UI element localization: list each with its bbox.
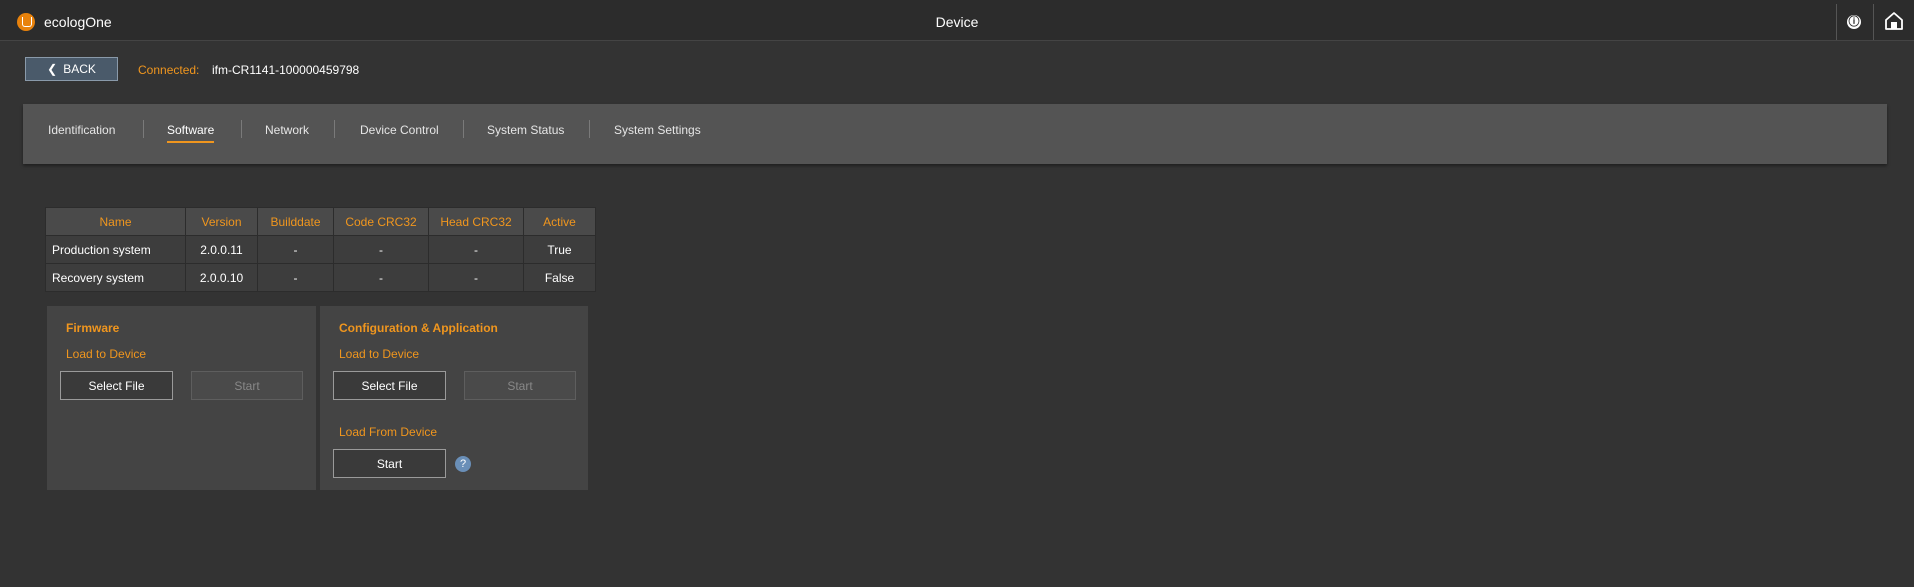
cell-active: True xyxy=(523,235,596,264)
column-header-builddate: Builddate xyxy=(257,207,334,236)
config-load-to-device-label: Load to Device xyxy=(339,347,420,361)
cell-head-crc32: - xyxy=(428,235,524,264)
firmware-select-file-button[interactable]: Select File xyxy=(60,371,173,400)
tab-divider xyxy=(334,120,335,138)
tab-system-status[interactable]: System Status xyxy=(487,123,564,137)
column-header-head-crc32: Head CRC32 xyxy=(428,207,524,236)
column-header-code-crc32: Code CRC32 xyxy=(333,207,429,236)
top-bar: ecologOne Device ⓘ xyxy=(0,0,1914,41)
page-title: Device xyxy=(935,14,979,30)
cell-code-crc32: - xyxy=(333,235,429,264)
cell-name: Recovery system xyxy=(45,263,186,292)
software-table: Name Version Builddate Code CRC32 Head C… xyxy=(45,207,596,292)
device-name: ifm-CR1141-100000459798 xyxy=(212,63,360,77)
firmware-panel: Firmware Load to Device Select File Star… xyxy=(47,306,316,490)
cell-version: 2.0.0.10 xyxy=(185,263,258,292)
config-start-button[interactable]: Start xyxy=(464,371,576,400)
tab-system-settings[interactable]: System Settings xyxy=(614,123,701,137)
config-panel: Configuration & Application Load to Devi… xyxy=(320,306,588,490)
cell-builddate: - xyxy=(257,235,334,264)
cell-builddate: - xyxy=(257,263,334,292)
column-header-name: Name xyxy=(45,207,186,236)
load-from-device-label: Load From Device xyxy=(339,425,438,439)
table-header-row: Name Version Builddate Code CRC32 Head C… xyxy=(45,207,596,236)
cell-code-crc32: - xyxy=(333,263,429,292)
info-icon[interactable]: ⓘ xyxy=(1847,15,1861,29)
cell-version: 2.0.0.11 xyxy=(185,235,258,264)
firmware-start-button[interactable]: Start xyxy=(191,371,303,400)
cell-name: Production system xyxy=(45,235,186,264)
chevron-left-icon: ❮ xyxy=(47,62,58,76)
divider xyxy=(1836,4,1837,40)
firmware-title: Firmware xyxy=(66,321,120,335)
config-select-file-button[interactable]: Select File xyxy=(333,371,446,400)
load-from-device-start-button[interactable]: Start xyxy=(333,449,446,478)
divider xyxy=(1873,4,1874,40)
column-header-version: Version xyxy=(185,207,258,236)
tab-divider xyxy=(241,120,242,138)
help-icon[interactable]: ? xyxy=(455,456,471,472)
connected-label: Connected: xyxy=(138,63,200,77)
tab-divider xyxy=(463,120,464,138)
tab-bar: Identification Software Network Device C… xyxy=(23,104,1887,164)
tab-software[interactable]: Software xyxy=(167,123,215,143)
tab-device-control[interactable]: Device Control xyxy=(360,123,439,137)
cell-active: False xyxy=(523,263,596,292)
home-icon[interactable] xyxy=(1884,11,1904,31)
tab-identification[interactable]: Identification xyxy=(48,123,115,137)
tab-network[interactable]: Network xyxy=(265,123,309,137)
tab-divider xyxy=(143,120,144,138)
table-row: Recovery system 2.0.0.10 - - - False xyxy=(45,263,596,292)
firmware-load-to-device-label: Load to Device xyxy=(66,347,147,361)
table-row: Production system 2.0.0.11 - - - True xyxy=(45,235,596,264)
column-header-active: Active xyxy=(523,207,596,236)
cell-head-crc32: - xyxy=(428,263,524,292)
config-title: Configuration & Application xyxy=(339,321,498,335)
back-label: BACK xyxy=(63,62,96,76)
back-button[interactable]: ❮ BACK xyxy=(25,57,118,81)
tab-divider xyxy=(589,120,590,138)
